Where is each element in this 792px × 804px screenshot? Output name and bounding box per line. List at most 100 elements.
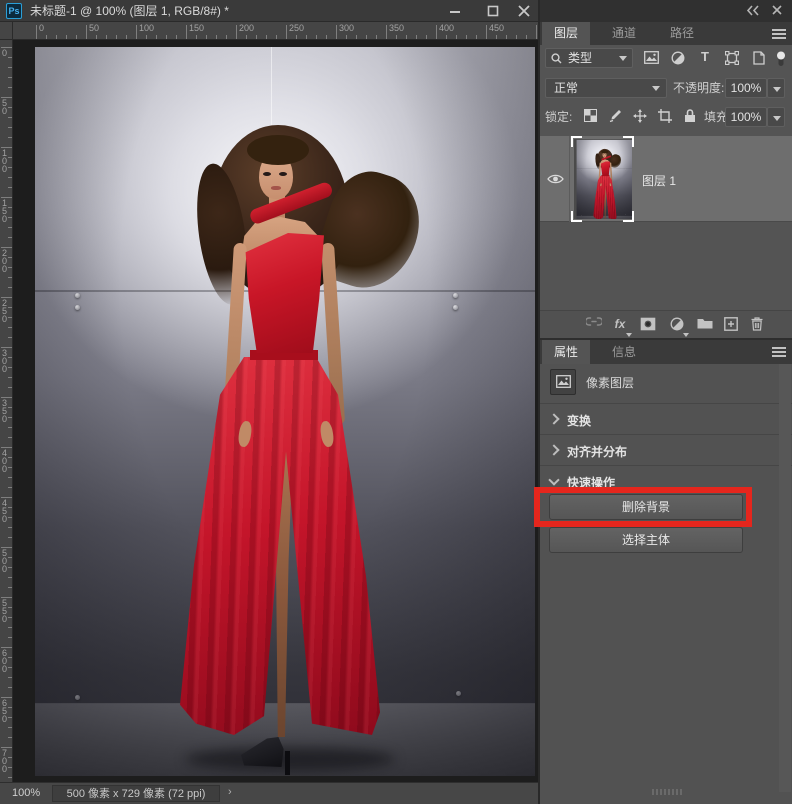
tab-channels[interactable]: 通道 (600, 22, 648, 45)
maximize-button[interactable] (476, 0, 510, 22)
layer-row-selected[interactable]: 图层 1 (540, 136, 792, 222)
tab-layers[interactable]: 图层 (542, 22, 591, 45)
annotation-highlight-box (534, 487, 752, 527)
ruler-tick (116, 35, 117, 39)
tab-properties[interactable]: 属性 (542, 340, 591, 364)
lock-all-icon[interactable] (680, 109, 700, 127)
ruler-tick (156, 35, 157, 39)
layer-style-button[interactable]: fx (610, 317, 632, 337)
ruler-tick (8, 487, 12, 488)
lock-image-pixels-icon[interactable] (605, 109, 625, 127)
fill-value-field[interactable]: 100% (725, 107, 767, 127)
ruler-tick (8, 187, 12, 188)
link-icon (586, 317, 602, 326)
delete-layer-button[interactable] (747, 317, 767, 335)
ruler-tick (326, 35, 327, 39)
chevron-down-icon (626, 333, 632, 337)
model-lips (271, 186, 281, 190)
lock-position-icon[interactable] (630, 109, 650, 127)
document-info[interactable]: 500 像素 x 729 像素 (72 ppi) (52, 785, 220, 802)
filter-type-layers-icon[interactable]: T (693, 48, 717, 68)
opacity-value-field[interactable]: 100% (725, 78, 767, 98)
horizontal-ruler[interactable]: 050100150200250300350400450500 (13, 22, 538, 40)
ruler-tick (8, 357, 12, 358)
ruler-tick (8, 287, 12, 288)
ruler-tick (506, 35, 507, 39)
ruler-tick (8, 567, 12, 568)
adjustment-icon (670, 317, 684, 331)
ruler-tick (8, 67, 12, 68)
new-adjustment-layer-button[interactable] (667, 317, 689, 337)
filter-shape-layers-icon[interactable] (720, 48, 744, 68)
maximize-icon (487, 5, 499, 17)
lock-transparent-pixels-icon[interactable] (580, 109, 600, 127)
ruler-tick (8, 217, 12, 218)
add-layer-mask-button[interactable] (638, 317, 658, 335)
zoom-level-field[interactable]: 100% (12, 787, 40, 799)
ruler-tick (216, 35, 217, 39)
ruler-tick (8, 677, 12, 678)
ruler-tick (106, 35, 107, 39)
panel-menu-icon[interactable] (772, 347, 786, 357)
new-group-button[interactable] (695, 317, 715, 335)
ruler-tick (8, 167, 12, 168)
collapse-panels-icon[interactable] (746, 5, 760, 23)
opacity-dropdown-button[interactable] (767, 78, 785, 98)
ruler-label: 5 5 0 (2, 598, 8, 624)
close-panel-icon[interactable] (772, 5, 782, 23)
ruler-tick (316, 35, 317, 39)
filter-toggle-switch[interactable] (772, 48, 790, 68)
chevron-down-icon (773, 87, 781, 92)
close-button[interactable] (510, 0, 538, 22)
selection-bracket (623, 211, 634, 222)
window-titlebar[interactable]: Ps 未标题-1 @ 100% (图层 1, RGB/8#) * (0, 0, 538, 22)
ruler-tick (8, 157, 12, 158)
minimize-button[interactable] (438, 0, 472, 22)
filter-adjustment-layers-icon[interactable] (666, 48, 690, 68)
panel-dock: 图层 通道 路径 类型 T 正常 不透明度: 100% 锁定: 填充: 100%… (538, 0, 792, 804)
blend-mode-select[interactable]: 正常 (545, 78, 667, 98)
layer-name[interactable]: 图层 1 (642, 172, 676, 189)
ruler-tick (306, 35, 307, 39)
ruler-label: 3 5 0 (2, 398, 8, 424)
ruler-tick (8, 237, 12, 238)
canvas-pasteboard[interactable] (13, 40, 538, 782)
layer-thumbnail[interactable] (574, 139, 632, 219)
ruler-origin-corner[interactable] (0, 22, 13, 40)
filter-smart-objects-icon[interactable] (747, 48, 771, 68)
ruler-tick (246, 35, 247, 39)
eye-icon (547, 174, 564, 184)
lock-artboard-icon[interactable] (655, 109, 675, 127)
fill-dropdown-button[interactable] (767, 107, 785, 127)
blend-mode-row: 正常 不透明度: 100% (540, 78, 792, 100)
select-subject-button[interactable]: 选择主体 (549, 527, 743, 553)
layer-filter-select[interactable]: 类型 (545, 48, 633, 68)
model-shoe-heel (285, 751, 290, 775)
vertical-ruler[interactable]: 0 5 0 1 0 0 1 5 0 2 0 0 2 5 0 3 0 0 3 5 0 4 0 0 4… (0, 40, 13, 782)
ruler-label: 1 5 0 (2, 198, 8, 224)
ruler-tick (8, 137, 12, 138)
canvas-image[interactable] (35, 47, 535, 776)
ruler-tick (536, 25, 537, 39)
panel-resize-gripper[interactable] (652, 789, 682, 795)
section-align-distribute[interactable]: 对齐并分布 (540, 434, 792, 465)
ruler-tick (176, 35, 177, 39)
filter-pixel-layers-icon[interactable] (639, 48, 663, 68)
tab-paths[interactable]: 路径 (658, 22, 706, 45)
layer-visibility-toggle[interactable] (540, 136, 570, 222)
ruler-tick (86, 25, 87, 39)
ruler-tick (146, 35, 147, 39)
panel-menu-icon[interactable] (772, 28, 786, 39)
section-transform[interactable]: 变换 (540, 403, 792, 434)
tab-info[interactable]: 信息 (600, 340, 648, 364)
properties-panel-body: 像素图层 变换 对齐并分布 快速操作 删除背景 选择主体 (540, 364, 792, 804)
link-layers-button[interactable] (584, 317, 604, 335)
layer-type-row: 像素图层 (540, 368, 792, 401)
ruler-label: 2 5 0 (2, 298, 8, 324)
canvas-image[interactable] (576, 139, 632, 219)
new-layer-button[interactable] (721, 317, 741, 335)
chevron-right-icon (548, 444, 560, 456)
status-chevron-icon[interactable]: › (228, 786, 232, 798)
ruler-tick (496, 35, 497, 39)
panel-scrollbar[interactable] (779, 364, 791, 792)
